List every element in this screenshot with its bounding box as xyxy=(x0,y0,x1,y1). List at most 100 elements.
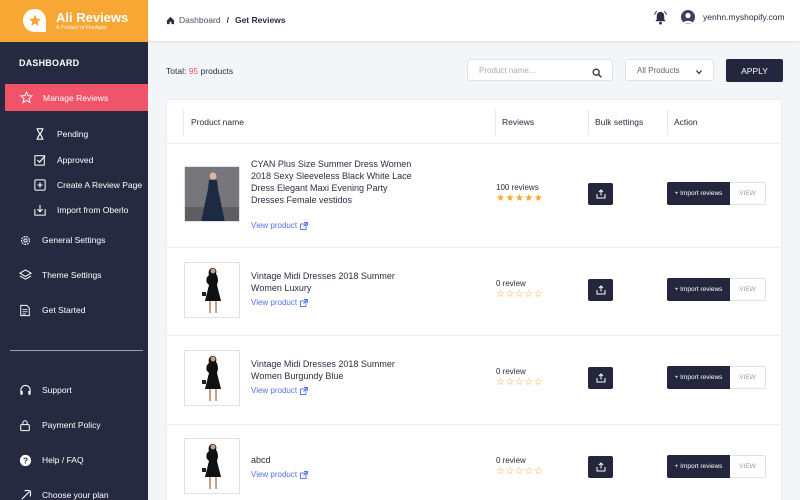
sidebar-item-general-settings[interactable]: General Settings xyxy=(0,230,148,250)
brand-header[interactable]: Ali Reviews A Product of FireApps xyxy=(0,0,148,42)
header-divider xyxy=(183,109,184,135)
header-divider xyxy=(588,109,589,135)
star-empty-icon: ☆ xyxy=(524,466,534,477)
breadcrumb-dashboard-link[interactable]: Dashboard xyxy=(179,15,221,25)
view-product-label: View product xyxy=(251,298,298,307)
star-rating: ☆ ☆ ☆ ☆ ☆ xyxy=(496,290,543,300)
sidebar-item-label: General Settings xyxy=(42,235,106,245)
star-empty-icon: ☆ xyxy=(496,466,505,477)
view-product-link[interactable]: View product xyxy=(251,470,309,479)
brand-name: Ali Reviews xyxy=(56,10,129,25)
product-search xyxy=(467,59,613,81)
question-circle-icon: ? xyxy=(18,453,32,467)
sidebar: Ali Reviews A Product of FireApps DASHBO… xyxy=(0,0,148,500)
sidebar-item-support[interactable]: Support xyxy=(0,380,148,400)
sidebar-item-label: Support xyxy=(42,385,72,395)
product-thumbnail[interactable] xyxy=(184,438,240,494)
import-reviews-button[interactable]: + Import reviews xyxy=(667,182,730,205)
sidebar-item-label: Approved xyxy=(57,155,94,165)
sidebar-item-create-review-page[interactable]: Create A Review Page xyxy=(0,176,148,194)
star-empty-icon: ☆ xyxy=(496,377,505,388)
sidebar-item-label: Import from Oberlo xyxy=(57,205,129,215)
view-button[interactable]: VIEW xyxy=(730,278,766,301)
star-filled-icon: ★ xyxy=(505,193,515,204)
sidebar-item-help-faq[interactable]: ? Help / FAQ xyxy=(0,450,148,470)
sidebar-item-label: Get Started xyxy=(42,305,86,315)
star-filled-icon: ★ xyxy=(514,193,524,204)
upload-icon xyxy=(596,189,605,199)
product-thumbnail[interactable] xyxy=(184,350,240,406)
view-button[interactable]: VIEW xyxy=(730,455,766,478)
products-table: Product name Reviews Bulk settings Actio… xyxy=(166,99,783,500)
star-empty-icon: ☆ xyxy=(533,289,543,300)
star-empty-icon: ☆ xyxy=(533,377,543,388)
header-reviews: Reviews xyxy=(502,117,535,127)
sidebar-item-payment-policy[interactable]: Payment Policy xyxy=(0,415,148,435)
view-product-label: View product xyxy=(251,386,298,395)
layers-icon xyxy=(18,268,32,282)
header-divider xyxy=(667,109,668,135)
product-name: abcd xyxy=(251,455,271,465)
bulk-upload-button[interactable] xyxy=(588,279,613,301)
chevron-down-icon xyxy=(696,68,702,75)
star-empty-icon: ☆ xyxy=(514,377,524,388)
apply-button[interactable]: APPLY xyxy=(726,59,783,82)
star-empty-icon: ☆ xyxy=(524,377,534,388)
product-search-input[interactable] xyxy=(479,65,589,75)
external-link-icon xyxy=(300,298,309,307)
bulk-upload-button[interactable] xyxy=(588,183,613,205)
plus-box-icon xyxy=(33,178,47,192)
view-product-label: View product xyxy=(251,470,298,479)
sidebar-item-get-started[interactable]: Get Started xyxy=(0,300,148,320)
view-product-label: View product xyxy=(251,221,298,230)
product-thumbnail[interactable] xyxy=(184,262,240,318)
star-filled-icon: ★ xyxy=(496,193,505,204)
view-product-link[interactable]: View product xyxy=(251,221,309,230)
star-empty-icon: ☆ xyxy=(533,466,543,477)
product-thumbnail[interactable] xyxy=(184,166,240,222)
sidebar-item-choose-plan[interactable]: Choose your plan xyxy=(0,485,148,500)
breadcrumb-separator: / xyxy=(226,15,229,25)
view-button[interactable]: VIEW xyxy=(730,366,766,389)
sidebar-item-pending[interactable]: Pending xyxy=(0,125,148,143)
total-label: Total: xyxy=(166,66,187,76)
review-count: 0 review xyxy=(496,279,526,288)
store-account[interactable]: yenhn.myshopify.com xyxy=(681,10,785,24)
star-empty-icon: ☆ xyxy=(524,289,534,300)
document-icon xyxy=(18,303,32,317)
sidebar-item-import-oberlo[interactable]: Import from Oberlo xyxy=(0,201,148,219)
star-outline-icon xyxy=(19,91,33,105)
sidebar-item-theme-settings[interactable]: Theme Settings xyxy=(0,265,148,285)
header-divider xyxy=(495,109,496,135)
sidebar-item-label: Manage Reviews xyxy=(43,92,109,103)
avatar xyxy=(681,10,695,24)
sidebar-heading-dashboard[interactable]: DASHBOARD xyxy=(19,58,79,68)
star-rating: ☆ ☆ ☆ ☆ ☆ xyxy=(496,378,543,388)
bulk-upload-button[interactable] xyxy=(588,367,613,389)
download-tray-icon xyxy=(33,203,47,217)
total-products: Total: 95 products xyxy=(166,66,233,76)
bell-icon[interactable] xyxy=(653,10,669,26)
bulk-upload-button[interactable] xyxy=(588,456,613,478)
view-button[interactable]: VIEW xyxy=(730,182,766,205)
star-filled-icon: ★ xyxy=(524,193,534,204)
sidebar-item-label: Help / FAQ xyxy=(42,455,84,465)
view-product-link[interactable]: View product xyxy=(251,298,309,307)
import-reviews-button[interactable]: + Import reviews xyxy=(667,366,730,389)
sidebar-item-approved[interactable]: Approved xyxy=(0,151,148,169)
view-product-link[interactable]: View product xyxy=(251,386,309,395)
gear-icon xyxy=(18,233,32,247)
upload-icon xyxy=(596,285,605,295)
brand-subtitle: A Product of FireApps xyxy=(56,25,107,31)
sidebar-item-manage-reviews[interactable]: Manage Reviews xyxy=(5,84,148,111)
import-reviews-button[interactable]: + Import reviews xyxy=(667,278,730,301)
product-filter-select[interactable]: All Products xyxy=(625,59,714,81)
breadcrumb: Dashboard / Get Reviews xyxy=(166,15,286,25)
review-count: 0 review xyxy=(496,367,526,376)
search-icon[interactable] xyxy=(592,65,602,78)
home-icon[interactable] xyxy=(166,16,175,25)
hourglass-icon xyxy=(33,127,47,141)
external-link-icon xyxy=(300,386,309,395)
import-reviews-button[interactable]: + Import reviews xyxy=(667,455,730,478)
product-name: CYAN Plus Size Summer Dress Women 2018 S… xyxy=(251,159,412,205)
